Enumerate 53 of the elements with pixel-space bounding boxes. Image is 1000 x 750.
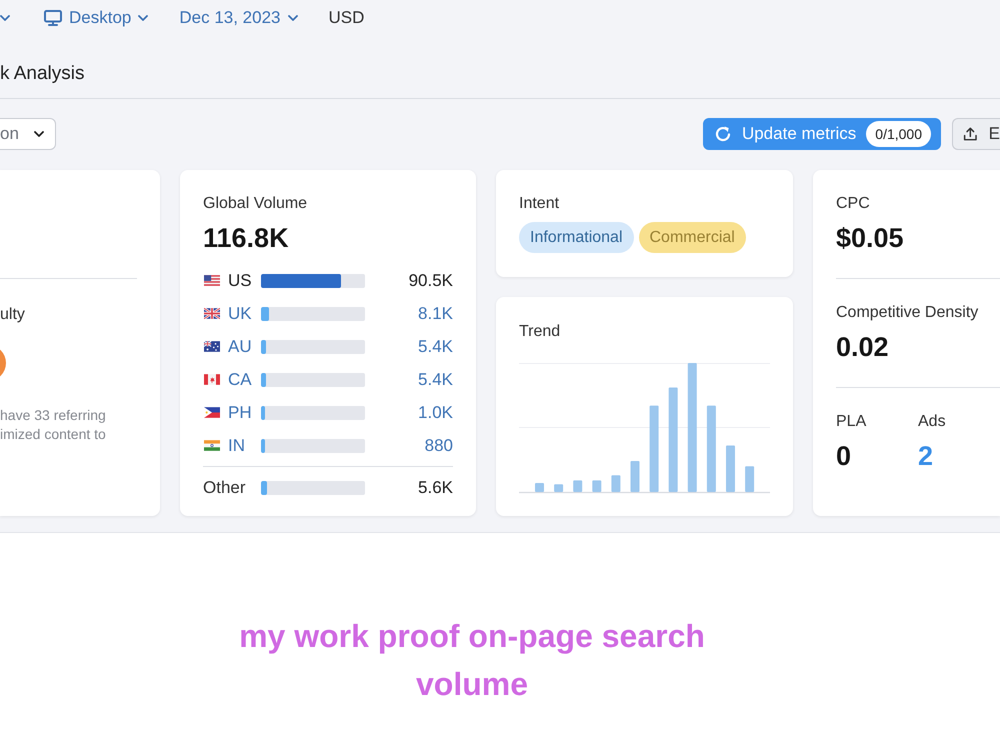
metric-label: Trend [519, 322, 562, 342]
flag-icon [204, 275, 220, 286]
description-text: have 33 referring imized content to [0, 406, 107, 444]
metric-value: $0.05 [836, 222, 905, 254]
metric-value: 116.8K [203, 222, 290, 254]
metric-label: Global Volume [203, 194, 308, 214]
metric-label: Competitive Density [836, 303, 980, 323]
caret-icon [138, 15, 148, 21]
volume-value[interactable]: 8.1K [365, 304, 453, 324]
country-code[interactable]: IN [228, 436, 261, 456]
country-code[interactable]: PH [228, 402, 261, 422]
device-dropdown[interactable]: Desktop [44, 8, 148, 28]
update-metrics-button[interactable]: Update metrics 0/1,000 [702, 118, 941, 150]
flag-icon [204, 374, 220, 385]
metric-link[interactable]: 2 [918, 440, 1000, 472]
volume-value[interactable]: 5.4K [365, 336, 453, 356]
metric-label: Intent [519, 194, 560, 214]
filter-dropdown[interactable]: on [0, 118, 56, 150]
country-code[interactable]: UK [228, 304, 261, 324]
country-code[interactable]: AU [228, 336, 261, 356]
dropdown-button[interactable] [0, 15, 10, 21]
intent-tag: Informational [519, 222, 634, 253]
caret-icon [288, 15, 298, 21]
refresh-icon [714, 125, 732, 143]
date-dropdown[interactable]: Dec 13, 2023 [179, 8, 298, 28]
volume-value: 90.5K [408, 270, 453, 290]
intent-tag: Commercial [638, 222, 746, 253]
volume-value: 5.6K [417, 478, 453, 498]
flag-icon [204, 440, 220, 451]
country-code: Other [203, 478, 247, 498]
volume-value[interactable]: 5.4K [365, 370, 453, 390]
caret-icon [34, 131, 44, 137]
metric-label: PLA [836, 412, 868, 432]
country-code[interactable]: CA [228, 370, 261, 390]
metric-label: ulty [0, 305, 26, 325]
country-code: US [228, 270, 253, 290]
metric-label: Ads [918, 412, 947, 432]
currency-label: USD [328, 8, 364, 28]
upload-icon [963, 125, 978, 143]
volume-value[interactable]: 880 [365, 436, 453, 456]
flag-icon [204, 341, 220, 352]
export-button[interactable]: E [952, 118, 1000, 150]
volume-value[interactable]: 1.0K [365, 402, 453, 422]
metric-value: 0 [836, 440, 852, 472]
flag-icon [204, 308, 220, 319]
metric-value: 0.02 [836, 331, 890, 363]
monitor-icon [44, 10, 62, 26]
page-title: k Analysis [0, 62, 84, 84]
caption-text: my work proof on-page search volume [238, 617, 706, 704]
metric-label: CPC [836, 194, 871, 214]
quota-badge: 0/1,000 [866, 121, 931, 147]
caret-icon [0, 15, 10, 21]
flag-icon [204, 407, 220, 418]
